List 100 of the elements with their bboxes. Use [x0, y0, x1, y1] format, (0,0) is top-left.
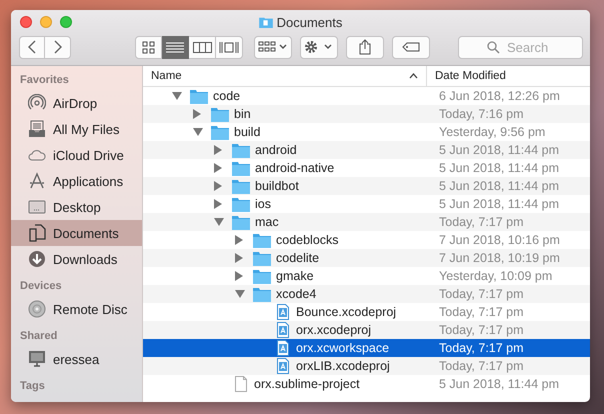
disc-icon: [28, 300, 46, 318]
desktop-icon: [28, 198, 46, 216]
file-row[interactable]: bin Today, 7:16 pm: [143, 105, 590, 123]
folder-icon: [232, 196, 250, 212]
expanded-triangle-icon[interactable]: [172, 92, 182, 100]
date-modified: Today, 7:17 pm: [438, 305, 524, 319]
project-file-icon: [277, 322, 289, 338]
file-name: orx.xcodeproj: [296, 323, 372, 337]
column-header[interactable]: Name: [143, 66, 427, 86]
collapsed-triangle-icon[interactable]: [214, 163, 222, 173]
section-heading: Tags: [19, 380, 46, 394]
file-name: android-native: [255, 161, 334, 175]
date-modified: 5 Jun 2018, 11:44 pm: [438, 197, 559, 211]
file-name: codeblocks: [276, 233, 339, 247]
file-name: xcode4: [276, 287, 316, 301]
file-row[interactable]: android 5 Jun 2018, 11:44 pm: [143, 141, 590, 159]
sidebar-item[interactable]: iCloud Drive: [11, 142, 142, 168]
section-heading: Devices: [19, 280, 63, 294]
sidebar-item[interactable]: Documents: [11, 220, 142, 246]
collapsed-triangle-icon[interactable]: [214, 145, 222, 155]
collapsed-triangle-icon[interactable]: [235, 235, 243, 245]
forward-button[interactable]: [45, 36, 71, 58]
file-row[interactable]: mac Today, 7:17 pm: [143, 213, 590, 231]
column-view-button[interactable]: [189, 36, 216, 58]
window-title: Documents: [276, 14, 342, 30]
folder-icon: [211, 106, 229, 122]
download-icon: [28, 250, 46, 268]
file-name: build: [234, 125, 260, 139]
file-name: gmake: [276, 269, 314, 283]
sidebar-item[interactable]: Desktop: [11, 194, 142, 220]
compass-letter-a-icon: [28, 172, 46, 190]
collapsed-triangle-icon[interactable]: [214, 181, 222, 191]
file-row[interactable]: orxLIB.xcodeproj Today, 7:17 pm: [143, 357, 590, 375]
folder-icon: [232, 178, 250, 194]
file-row[interactable]: xcode4 Today, 7:17 pm: [143, 285, 590, 303]
sidebar-item[interactable]: eressea: [11, 346, 142, 372]
file-row[interactable]: codelite 7 Jun 2018, 10:19 pm: [143, 249, 590, 267]
close-button[interactable]: [20, 16, 32, 28]
expanded-triangle-icon[interactable]: [235, 290, 245, 298]
folder-icon: [190, 88, 208, 104]
date-modified: Today, 7:17 pm: [438, 359, 524, 373]
date-modified: 6 Jun 2018, 12:26 pm: [438, 89, 560, 103]
zoom-button[interactable]: [60, 16, 72, 28]
gallery-view-icon: [219, 40, 239, 54]
date-modified: 7 Jun 2018, 10:16 pm: [438, 233, 560, 247]
gallery-view-button[interactable]: [216, 36, 243, 58]
gear-dropdown-icon: [304, 40, 334, 54]
date-modified: Today, 7:17 pm: [438, 287, 524, 301]
sidebar-item[interactable]: Applications: [11, 168, 142, 194]
folder-icon: [232, 142, 250, 158]
tag-button[interactable]: [392, 36, 430, 58]
date-modified: 5 Jun 2018, 11:44 pm: [438, 377, 559, 391]
collapsed-triangle-icon[interactable]: [193, 109, 201, 119]
expanded-triangle-icon[interactable]: [214, 218, 224, 226]
folder-icon: [232, 160, 250, 176]
collapsed-triangle-icon[interactable]: [214, 199, 222, 209]
search-field[interactable]: Search: [458, 36, 583, 58]
share-icon: [359, 39, 371, 55]
icon-view-button[interactable]: [135, 36, 162, 58]
folder-icon: [253, 268, 271, 284]
tray-icon: [28, 120, 46, 138]
date-modified: Today, 7:17 pm: [438, 323, 524, 337]
share-button[interactable]: [346, 36, 384, 58]
file-name: code: [213, 89, 240, 103]
column-header[interactable]: Date Modified: [427, 66, 590, 86]
file-name: ios: [255, 197, 271, 211]
folder-icon: [253, 232, 271, 248]
back-button[interactable]: [19, 36, 45, 58]
section-heading: Favorites: [19, 74, 70, 88]
date-modified: 7 Jun 2018, 10:19 pm: [438, 251, 560, 265]
project-file-icon: [277, 304, 289, 320]
sidebar-item[interactable]: Remote Disc: [11, 296, 142, 322]
folder-icon: [258, 16, 273, 28]
date-modified: Yesterday, 10:09 pm: [438, 269, 552, 283]
section-heading: Shared: [19, 330, 58, 344]
icon-view-icon: [142, 40, 155, 54]
file-row[interactable]: orx.xcodeproj Today, 7:17 pm: [143, 321, 590, 339]
airdrop-icon: [28, 94, 46, 112]
project-file-icon: [277, 340, 289, 356]
file-row[interactable]: orx.xcworkspace Today, 7:17 pm: [143, 339, 590, 357]
file-name: Bounce.xcodeproj: [296, 305, 396, 319]
action-button[interactable]: [300, 36, 338, 58]
list-view-button[interactable]: [162, 36, 189, 58]
grid-dropdown-icon: [258, 41, 288, 53]
file-name: mac: [255, 215, 279, 229]
collapsed-triangle-icon[interactable]: [235, 253, 243, 263]
file-name: orxLIB.xcodeproj: [296, 359, 390, 373]
document-icon: [28, 224, 46, 242]
collapsed-triangle-icon[interactable]: [235, 271, 243, 281]
file-row[interactable]: buildbot 5 Jun 2018, 11:44 pm: [143, 177, 590, 195]
sidebar-item[interactable]: AirDrop: [11, 90, 142, 116]
date-modified: Today, 7:16 pm: [438, 107, 524, 121]
column-view-icon: [192, 40, 212, 54]
file-name: buildbot: [255, 179, 299, 193]
sidebar-item[interactable]: All My Files: [11, 116, 142, 142]
expanded-triangle-icon[interactable]: [193, 128, 203, 136]
sidebar-item[interactable]: Downloads: [11, 246, 142, 272]
date-modified: 5 Jun 2018, 11:44 pm: [438, 179, 559, 193]
arrange-button[interactable]: [254, 36, 292, 58]
file-name: bin: [234, 107, 251, 121]
